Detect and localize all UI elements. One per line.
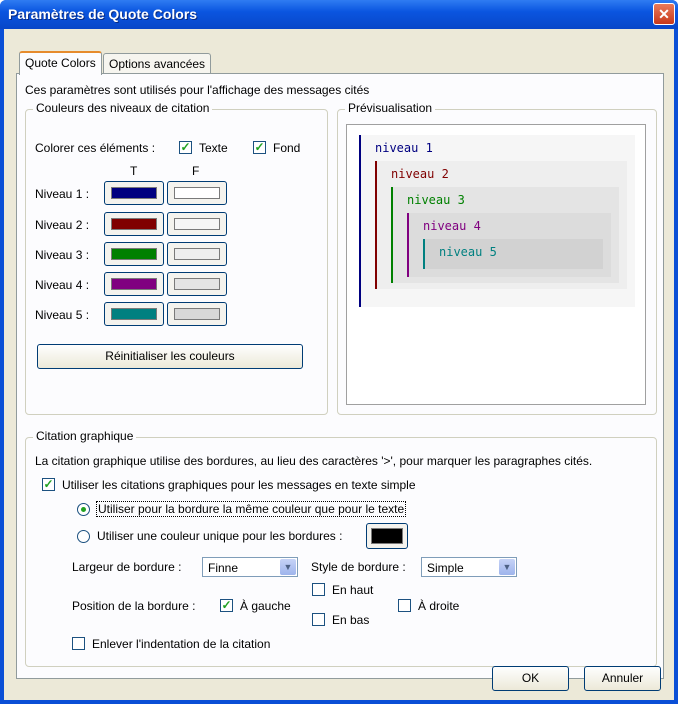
border-width-select[interactable]: Finne ▼ — [202, 557, 298, 577]
same-color-radio-label: Utiliser pour la bordure la même couleur… — [95, 501, 407, 517]
intro-text: Ces paramètres sont utilisés pour l'affi… — [25, 83, 370, 97]
level-5-bg-color-button[interactable] — [167, 302, 227, 326]
remove-indent-checkbox[interactable] — [72, 637, 85, 650]
preview-group-legend: Prévisualisation — [345, 101, 436, 115]
background-checkbox-label: Fond — [273, 141, 301, 155]
tab-quote-colors[interactable]: Quote Colors — [19, 51, 102, 75]
position-left-label: À gauche — [240, 599, 291, 613]
preview-level-1: niveau 1 niveau 2 niveau 3 niveau 4 nive… — [359, 135, 635, 307]
levels-group-legend: Couleurs des niveaux de citation — [33, 101, 213, 115]
border-position-label: Position de la bordure : — [72, 599, 196, 613]
window-title: Paramètres de Quote Colors — [8, 6, 198, 22]
position-right-checkbox[interactable] — [398, 599, 411, 612]
preview-level-2-text: niveau 2 — [391, 167, 449, 181]
tab-label: Options avancées — [109, 57, 206, 71]
background-checkbox[interactable]: ✓ — [253, 141, 266, 154]
level-4-bg-color-button[interactable] — [167, 272, 227, 296]
cancel-button[interactable]: Annuler — [584, 666, 661, 691]
level-4-text-color-button[interactable] — [104, 272, 164, 296]
ok-label: OK — [521, 671, 540, 685]
color-items-label: Colorer ces éléments : — [35, 141, 156, 155]
tab-panel: Ces paramètres sont utilisés pour l'affi… — [16, 73, 664, 679]
reset-colors-button[interactable]: Réinitialiser les couleurs — [37, 344, 303, 369]
preview-level-3-text: niveau 3 — [407, 193, 465, 207]
text-checkbox-label: Texte — [199, 141, 228, 155]
dialog-window: Paramètres de Quote Colors ✕ Quote Color… — [0, 0, 678, 704]
border-style-label: Style de bordure : — [311, 560, 406, 574]
position-bottom-label: En bas — [332, 613, 370, 627]
same-color-radio[interactable] — [77, 503, 90, 516]
position-top-label: En haut — [332, 583, 374, 597]
graphic-quote-description: La citation graphique utilise des bordur… — [35, 454, 593, 468]
level-5-label: Niveau 5 : — [35, 308, 90, 322]
tab-label: Quote Colors — [25, 56, 96, 70]
use-graphic-quotes-checkbox[interactable]: ✓ — [42, 478, 55, 491]
column-f-header: F — [192, 164, 200, 178]
level-1-bg-color-button[interactable] — [167, 181, 227, 205]
graphic-quote-legend: Citation graphique — [33, 429, 137, 443]
preview-level-5-text: niveau 5 — [439, 245, 497, 259]
text-checkbox[interactable]: ✓ — [179, 141, 192, 154]
unique-color-radio-label: Utiliser une couleur unique pour les bor… — [97, 529, 343, 543]
title-bar[interactable]: Paramètres de Quote Colors ✕ — [0, 0, 678, 29]
cancel-label: Annuler — [601, 671, 644, 685]
level-1-label: Niveau 1 : — [35, 187, 90, 201]
level-2-label: Niveau 2 : — [35, 218, 90, 232]
border-style-select[interactable]: Simple ▼ — [421, 557, 517, 577]
close-icon: ✕ — [658, 6, 670, 22]
chevron-down-icon: ▼ — [499, 559, 515, 575]
preview-level-2: niveau 2 niveau 3 niveau 4 niveau 5 — [375, 161, 627, 289]
close-button[interactable]: ✕ — [653, 3, 675, 25]
preview-box: niveau 1 niveau 2 niveau 3 niveau 4 nive… — [346, 124, 646, 405]
column-t-header: T — [130, 164, 138, 178]
tab-advanced-options[interactable]: Options avancées — [103, 53, 212, 73]
border-style-value: Simple — [427, 561, 464, 575]
position-bottom-checkbox[interactable] — [312, 613, 325, 626]
reset-colors-label: Réinitialiser les couleurs — [105, 349, 235, 363]
dialog-client: Quote Colors Options avancées Ces paramè… — [4, 29, 674, 700]
border-width-label: Largeur de bordure : — [72, 560, 182, 574]
level-5-text-color-button[interactable] — [104, 302, 164, 326]
border-color-button[interactable] — [366, 523, 408, 549]
level-2-text-color-button[interactable] — [104, 212, 164, 236]
level-2-bg-color-button[interactable] — [167, 212, 227, 236]
position-left-checkbox[interactable]: ✓ — [220, 599, 233, 612]
level-3-bg-color-button[interactable] — [167, 242, 227, 266]
position-right-label: À droite — [418, 599, 460, 613]
preview-level-1-text: niveau 1 — [375, 141, 433, 155]
level-1-text-color-button[interactable] — [104, 181, 164, 205]
remove-indent-label: Enlever l'indentation de la citation — [92, 637, 271, 651]
preview-level-5: niveau 5 — [423, 239, 603, 269]
border-width-value: Finne — [208, 561, 239, 575]
level-3-text-color-button[interactable] — [104, 242, 164, 266]
unique-color-radio[interactable] — [77, 530, 90, 543]
preview-level-3: niveau 3 niveau 4 niveau 5 — [391, 187, 619, 283]
position-top-checkbox[interactable] — [312, 583, 325, 596]
level-3-label: Niveau 3 : — [35, 248, 90, 262]
graphic-quote-group — [25, 437, 657, 667]
ok-button[interactable]: OK — [492, 666, 569, 691]
preview-level-4-text: niveau 4 — [423, 219, 481, 233]
preview-level-4: niveau 4 niveau 5 — [407, 213, 611, 277]
level-4-label: Niveau 4 : — [35, 278, 90, 292]
chevron-down-icon: ▼ — [280, 559, 296, 575]
use-graphic-quotes-label: Utiliser les citations graphiques pour l… — [62, 478, 416, 492]
